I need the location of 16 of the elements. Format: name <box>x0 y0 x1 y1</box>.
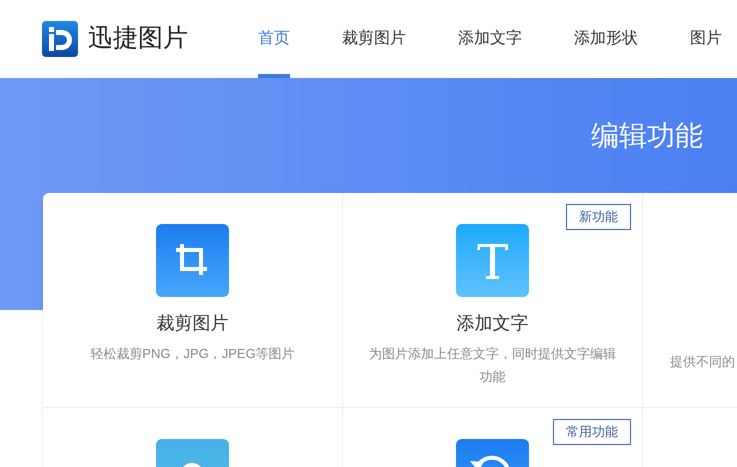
feature-tag: 常用功能 <box>553 419 631 445</box>
nav-tab[interactable]: 图片 <box>690 0 722 78</box>
feature-title[interactable]: 添加文字 <box>456 310 528 336</box>
crop-icon[interactable] <box>156 224 229 297</box>
feature-description: 提供不同的 <box>670 353 735 371</box>
feature-tag: 新功能 <box>566 204 631 230</box>
feature-description: 轻松裁剪PNG，JPG，JPEG等图片 <box>89 345 296 363</box>
nav-tab[interactable]: 添加文字 <box>458 0 522 78</box>
nav-tab[interactable]: 添加形状 <box>574 0 638 78</box>
text-icon[interactable] <box>456 224 529 297</box>
logo-icon <box>42 21 78 57</box>
feature-title[interactable]: 裁剪图片 <box>156 310 228 336</box>
brand-name: 迅捷图片 <box>88 23 188 54</box>
nav-tab[interactable]: 裁剪图片 <box>342 0 406 78</box>
banner-title: 编辑功能 <box>591 119 703 153</box>
feature-description: 为图片添加上任意文字，同时提供文字编辑功能 <box>368 345 617 386</box>
